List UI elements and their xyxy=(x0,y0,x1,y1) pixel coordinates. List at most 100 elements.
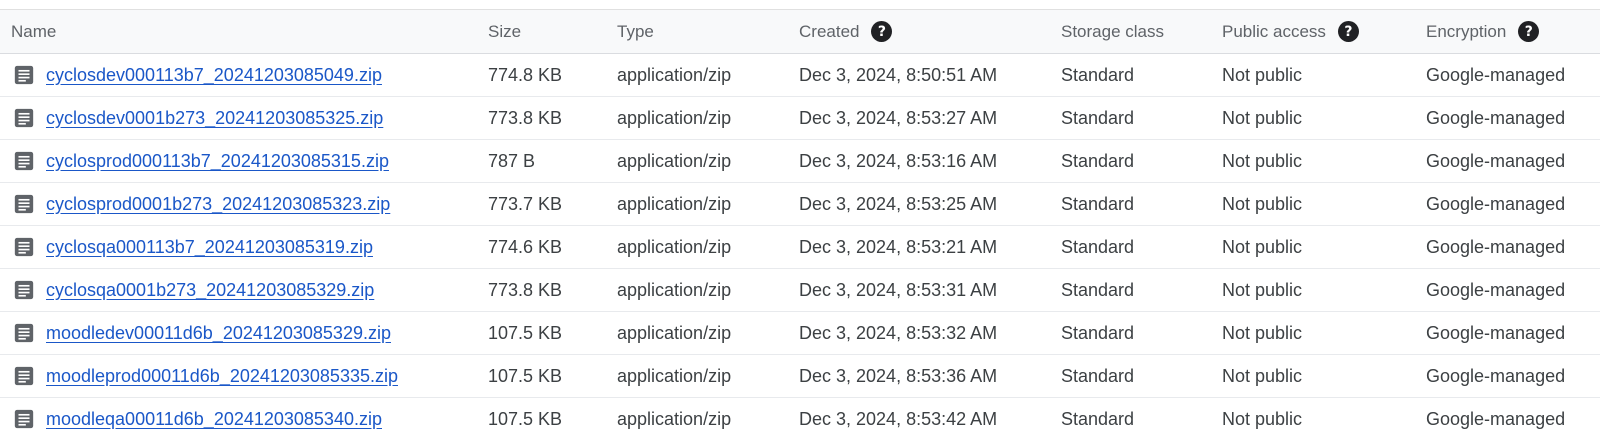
cell-name: cyclosqa0001b273_20241203085329.zip xyxy=(0,279,488,301)
column-header-type-label: Type xyxy=(617,21,654,41)
cell-created: Dec 3, 2024, 8:50:51 AM xyxy=(799,64,998,85)
cell-name: cyclosprod0001b273_20241203085323.zip xyxy=(0,193,488,215)
cell-size: 773.8 KB xyxy=(488,107,563,128)
cell-name: moodleprod00011d6b_20241203085335.zip xyxy=(0,365,488,387)
file-name-link[interactable]: cyclosdev000113b7_20241203085049.zip xyxy=(46,65,382,86)
cell-storage-class: Standard xyxy=(1061,236,1135,257)
document-file-icon xyxy=(14,151,34,171)
column-header-type[interactable]: Type xyxy=(617,22,799,42)
table-row[interactable]: cyclosprod000113b7_20241203085315.zip 787… xyxy=(0,140,1600,183)
cell-storage-class: Standard xyxy=(1061,279,1135,300)
created-help-icon[interactable]: ? xyxy=(871,21,893,42)
cell-storage-class: Standard xyxy=(1061,107,1135,128)
column-header-encryption[interactable]: Encryption ? xyxy=(1426,21,1600,42)
column-header-size-label: Size xyxy=(488,21,522,41)
table-row[interactable]: moodleprod00011d6b_20241203085335.zip 107… xyxy=(0,355,1600,398)
file-name-link[interactable]: cyclosqa0001b273_20241203085329.zip xyxy=(46,280,374,301)
cell-name: moodleqa00011d6b_20241203085340.zip xyxy=(0,408,488,430)
cell-created: Dec 3, 2024, 8:53:42 AM xyxy=(799,408,998,429)
cell-type: application/zip xyxy=(617,236,732,257)
cell-encryption: Google-managed xyxy=(1426,107,1566,128)
cell-type: application/zip xyxy=(617,322,732,343)
table-row[interactable]: cyclosprod0001b273_20241203085323.zip 773… xyxy=(0,183,1600,226)
table-header: Name Size Type Created ? Storage class P… xyxy=(0,10,1600,54)
cell-encryption: Google-managed xyxy=(1426,279,1566,300)
cell-encryption: Google-managed xyxy=(1426,365,1566,386)
column-header-storage-class[interactable]: Storage class xyxy=(1061,22,1222,42)
cell-storage-class: Standard xyxy=(1061,365,1135,386)
column-header-size[interactable]: Size xyxy=(488,22,617,42)
cell-public-access: Not public xyxy=(1222,193,1303,214)
column-header-created-label: Created xyxy=(799,21,860,41)
column-header-name[interactable]: Name xyxy=(0,22,488,42)
cell-created: Dec 3, 2024, 8:53:25 AM xyxy=(799,193,998,214)
cell-size: 787 B xyxy=(488,150,536,171)
cell-encryption: Google-managed xyxy=(1426,64,1566,85)
file-name-link[interactable]: moodleqa00011d6b_20241203085340.zip xyxy=(46,409,382,430)
cell-encryption: Google-managed xyxy=(1426,193,1566,214)
table-row[interactable]: moodledev00011d6b_20241203085329.zip 107.… xyxy=(0,312,1600,355)
cell-size: 774.8 KB xyxy=(488,64,563,85)
cell-name: cyclosdev0001b273_20241203085325.zip xyxy=(0,107,488,129)
cell-type: application/zip xyxy=(617,64,732,85)
document-file-icon xyxy=(14,108,34,128)
cell-type: application/zip xyxy=(617,150,732,171)
table-row[interactable]: cyclosdev000113b7_20241203085049.zip 774.… xyxy=(0,54,1600,97)
cell-size: 107.5 KB xyxy=(488,365,563,386)
cell-size: 107.5 KB xyxy=(488,408,563,429)
cell-size: 774.6 KB xyxy=(488,236,563,257)
cell-size: 107.5 KB xyxy=(488,322,563,343)
cell-storage-class: Standard xyxy=(1061,408,1135,429)
cell-type: application/zip xyxy=(617,279,732,300)
document-file-icon xyxy=(14,65,34,85)
column-header-storage-class-label: Storage class xyxy=(1061,21,1164,41)
cell-name: cyclosqa000113b7_20241203085319.zip xyxy=(0,236,488,258)
table-row[interactable]: cyclosdev0001b273_20241203085325.zip 773.… xyxy=(0,97,1600,140)
encryption-help-icon[interactable]: ? xyxy=(1518,21,1540,42)
cell-public-access: Not public xyxy=(1222,150,1303,171)
cell-public-access: Not public xyxy=(1222,236,1303,257)
cell-type: application/zip xyxy=(617,408,732,429)
column-header-created[interactable]: Created ? xyxy=(799,21,1061,42)
cell-created: Dec 3, 2024, 8:53:27 AM xyxy=(799,107,998,128)
cell-created: Dec 3, 2024, 8:53:16 AM xyxy=(799,150,998,171)
cell-size: 773.8 KB xyxy=(488,279,563,300)
table-top-border xyxy=(0,0,1600,10)
file-name-link[interactable]: cyclosqa000113b7_20241203085319.zip xyxy=(46,237,373,258)
cell-created: Dec 3, 2024, 8:53:36 AM xyxy=(799,365,998,386)
column-header-encryption-label: Encryption xyxy=(1426,21,1507,41)
file-name-link[interactable]: cyclosprod000113b7_20241203085315.zip xyxy=(46,151,389,172)
table-body: cyclosdev000113b7_20241203085049.zip 774.… xyxy=(0,54,1600,440)
cell-created: Dec 3, 2024, 8:53:31 AM xyxy=(799,279,998,300)
file-name-link[interactable]: moodleprod00011d6b_20241203085335.zip xyxy=(46,366,398,387)
public-access-help-icon[interactable]: ? xyxy=(1337,21,1359,42)
table-row[interactable]: moodleqa00011d6b_20241203085340.zip 107.5… xyxy=(0,398,1600,440)
document-file-icon xyxy=(14,366,34,386)
cell-storage-class: Standard xyxy=(1061,64,1135,85)
cell-storage-class: Standard xyxy=(1061,150,1135,171)
table-row[interactable]: cyclosqa000113b7_20241203085319.zip 774.6… xyxy=(0,226,1600,269)
cell-created: Dec 3, 2024, 8:53:32 AM xyxy=(799,322,998,343)
cell-public-access: Not public xyxy=(1222,107,1303,128)
cell-public-access: Not public xyxy=(1222,365,1303,386)
cell-encryption: Google-managed xyxy=(1426,408,1566,429)
cell-type: application/zip xyxy=(617,193,732,214)
cell-type: application/zip xyxy=(617,365,732,386)
cell-public-access: Not public xyxy=(1222,64,1303,85)
cell-public-access: Not public xyxy=(1222,279,1303,300)
column-header-name-label: Name xyxy=(11,21,57,41)
file-name-link[interactable]: cyclosdev0001b273_20241203085325.zip xyxy=(46,108,383,129)
column-header-public-access[interactable]: Public access ? xyxy=(1222,21,1426,42)
cell-created: Dec 3, 2024, 8:53:21 AM xyxy=(799,236,998,257)
document-file-icon xyxy=(14,194,34,214)
cell-name: moodledev00011d6b_20241203085329.zip xyxy=(0,322,488,344)
document-file-icon xyxy=(14,237,34,257)
cell-encryption: Google-managed xyxy=(1426,322,1566,343)
file-name-link[interactable]: moodledev00011d6b_20241203085329.zip xyxy=(46,323,391,344)
table-row[interactable]: cyclosqa0001b273_20241203085329.zip 773.8… xyxy=(0,269,1600,312)
file-name-link[interactable]: cyclosprod0001b273_20241203085323.zip xyxy=(46,194,390,215)
column-header-public-access-label: Public access xyxy=(1222,21,1326,41)
cell-type: application/zip xyxy=(617,107,732,128)
cell-public-access: Not public xyxy=(1222,408,1303,429)
document-file-icon xyxy=(14,280,34,300)
